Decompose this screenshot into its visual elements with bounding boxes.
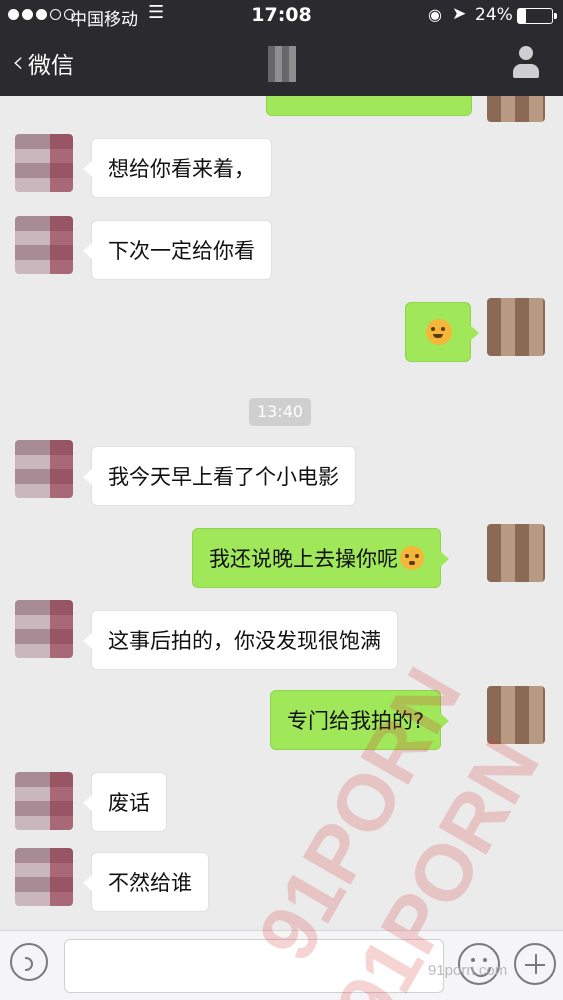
flushed-face-icon xyxy=(400,546,424,570)
my-avatar[interactable] xyxy=(487,298,545,356)
top-bar: 中国移动 ☰ 17:08 ◉ ➤ 24% ‹ 微信 xyxy=(0,0,563,96)
contact-profile-button[interactable] xyxy=(512,46,540,80)
location-arrow-icon: ➤ xyxy=(452,4,467,24)
message-bubble-outgoing[interactable]: 我还说晚上去操你呢 xyxy=(192,528,449,588)
crying-face-icon xyxy=(426,319,452,345)
more-options-plus-icon[interactable] xyxy=(514,943,556,985)
message-text-input[interactable] xyxy=(64,939,444,993)
voice-input-icon[interactable] xyxy=(10,943,48,981)
message-bubble-incoming[interactable]: 不然给谁 xyxy=(83,852,209,912)
message-bubble-incoming[interactable]: 下次一定给你看 xyxy=(83,220,272,280)
battery-percent: 24% xyxy=(475,5,513,25)
my-avatar[interactable] xyxy=(487,524,545,582)
contact-avatar[interactable] xyxy=(15,440,73,498)
back-label: 微信 xyxy=(28,53,74,79)
message-bubble-incoming[interactable]: 这事后拍的，你没发现很饱满 xyxy=(83,610,398,670)
battery-icon xyxy=(517,8,557,24)
contact-avatar[interactable] xyxy=(15,134,73,192)
chat-area[interactable]: 想给你看来着， 下次一定给你看 13:40 我今天早上看了个小电影 我还说晚上去… xyxy=(0,96,563,930)
contact-avatar[interactable] xyxy=(15,216,73,274)
message-bubble-outgoing[interactable]: 专门给我拍的? xyxy=(270,690,450,750)
message-text: 我还说晚上去操你呢 xyxy=(209,547,398,571)
message-bubble-incoming[interactable]: 我今天早上看了个小电影 xyxy=(83,446,356,506)
contact-avatar[interactable] xyxy=(15,848,73,906)
message-bubble-partial xyxy=(266,96,472,116)
my-avatar[interactable] xyxy=(487,96,545,122)
message-bubble-outgoing[interactable] xyxy=(405,302,479,362)
timestamp: 13:40 xyxy=(249,398,311,426)
message-bubble-incoming[interactable]: 想给你看来着， xyxy=(83,138,272,198)
my-avatar[interactable] xyxy=(487,686,545,744)
contact-avatar[interactable] xyxy=(15,600,73,658)
rotation-lock-icon: ◉ xyxy=(428,5,442,24)
message-bubble-incoming[interactable]: 废话 xyxy=(83,772,167,832)
emoji-picker-icon[interactable] xyxy=(458,943,500,985)
status-bar: 中国移动 ☰ 17:08 ◉ ➤ 24% xyxy=(0,0,563,32)
chat-title-pixelated xyxy=(268,46,296,82)
back-button[interactable]: ‹ 微信 xyxy=(12,46,74,80)
contact-avatar[interactable] xyxy=(15,772,73,830)
navigation-bar: ‹ 微信 xyxy=(0,32,563,96)
chevron-left-icon: ‹ xyxy=(12,45,24,80)
message-input-bar xyxy=(0,930,563,1000)
